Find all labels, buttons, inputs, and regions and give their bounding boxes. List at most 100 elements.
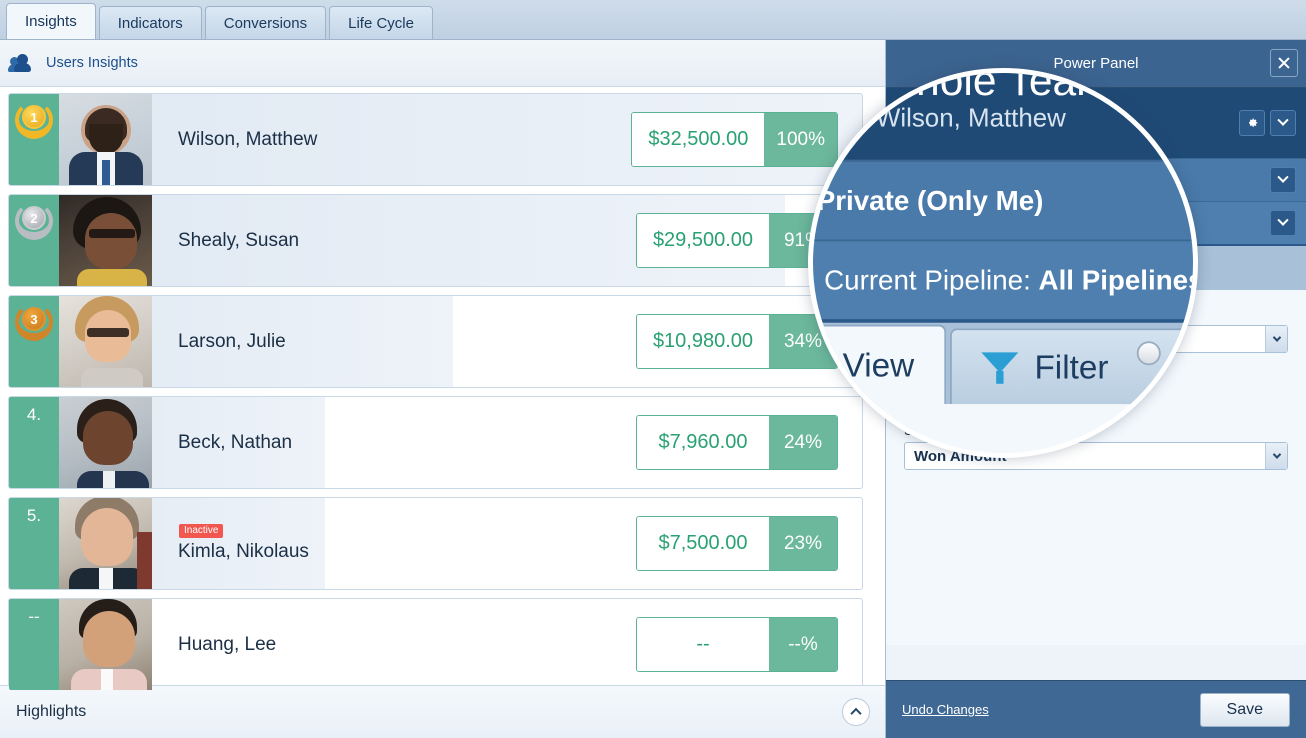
rank-badge: 4. [9, 397, 59, 488]
won-amount: -- [637, 618, 769, 671]
amount-chip: -- --% [636, 617, 838, 672]
tab-indicators[interactable]: Indicators [98, 6, 202, 39]
user-name: Shealy, Susan [178, 229, 300, 251]
lens-tab-view[interactable]: View [813, 324, 946, 405]
tab-conversions-label: Conversions [223, 14, 308, 32]
magnifier-lens: ★ Whole Team Wilson, Matthew Private (On… [808, 68, 1198, 458]
won-amount: $7,960.00 [637, 416, 769, 469]
rank-number: 5. [26, 506, 42, 525]
rank-badge: 5. [9, 498, 59, 589]
rank-badge: -- [9, 599, 59, 690]
user-name-cell: Shealy, Susan [152, 195, 636, 286]
visibility-expand-button[interactable] [1270, 167, 1296, 193]
hero-expand-button[interactable] [1270, 110, 1296, 136]
won-percent: 23% [769, 517, 837, 570]
lens-pipeline-value: All Pipelines [1038, 264, 1198, 296]
lens-body: Period Current year Inactive Users [813, 404, 1193, 453]
lens-filter-indicator-dot[interactable] [1136, 341, 1161, 366]
highlights-label: Highlights [16, 703, 87, 720]
rank-badge: 2 [9, 195, 59, 286]
sort-by-select-arrow[interactable] [1265, 443, 1287, 469]
lens-visibility-row[interactable]: Private (Only Me) [813, 159, 1193, 240]
settings-button[interactable] [1239, 110, 1265, 136]
amount-chip: $7,500.00 23% [636, 516, 838, 571]
lens-hero-text: Whole Team Wilson, Matthew [875, 68, 1193, 133]
user-name: Larson, Julie [178, 330, 286, 352]
undo-changes-link[interactable]: Undo Changes [902, 702, 1200, 717]
rank-number: 1 [22, 105, 46, 129]
lens-pipeline-label: Current Pipeline: All Pipelines [824, 264, 1198, 296]
tab-insights[interactable]: Insights [6, 3, 96, 39]
won-amount: $29,500.00 [637, 214, 769, 267]
rank-number: 4. [26, 405, 42, 424]
lens-tab-filter[interactable]: Filter [949, 328, 1192, 405]
user-name-cell: Wilson, Matthew [152, 94, 631, 185]
user-name-cell: Beck, Nathan [152, 397, 636, 488]
medal-silver-icon: 2 [15, 202, 53, 240]
user-name: Huang, Lee [178, 633, 277, 655]
chevron-up-icon [850, 707, 862, 720]
lens-visibility-label: Private (Only Me) [816, 184, 1044, 217]
power-panel-title: Power Panel [1053, 55, 1139, 72]
lens-pipeline-row[interactable]: Current Pipeline: All Pipelines [813, 239, 1198, 320]
lens-hero-title: Whole Team [875, 68, 1112, 105]
rank-number: 3 [22, 307, 46, 331]
highlights-collapse-button[interactable] [842, 698, 870, 726]
lens-favorite-button[interactable]: ★ [813, 73, 854, 138]
list-item[interactable]: 2 Shealy, Susan $29,500.00 91% [8, 194, 863, 287]
lens-tab-view-label: View [842, 345, 915, 383]
lens-hero-subtitle: Wilson, Matthew [875, 102, 1066, 133]
pipeline-expand-button[interactable] [1270, 210, 1296, 236]
chevron-down-icon [1277, 114, 1289, 126]
list-item[interactable]: 5. Inactive Kimla, Nikolaus $7,500.00 23 [8, 497, 863, 590]
chevron-down-icon [1277, 214, 1289, 226]
list-item[interactable]: 1 Wilson, Matthew $32,500.00 100% [8, 93, 863, 186]
tab-life-cycle[interactable]: Life Cycle [329, 6, 433, 39]
avatar [59, 397, 152, 488]
rank-number: -- [28, 607, 40, 626]
rank-badge: 1 [9, 94, 59, 185]
chevron-down-icon [1272, 333, 1281, 342]
avatar [59, 195, 152, 286]
lens-hero: ★ Whole Team Wilson, Matthew [813, 68, 1193, 160]
list-item[interactable]: 4. Beck, Nathan $7,960.00 24% [8, 396, 863, 489]
lens-pipeline-prefix: Current Pipeline: [824, 264, 1039, 296]
avatar [59, 599, 152, 690]
amount-chip: $32,500.00 100% [631, 112, 838, 167]
won-amount: $32,500.00 [632, 113, 765, 166]
user-name: Beck, Nathan [178, 431, 293, 453]
save-button[interactable]: Save [1199, 692, 1290, 727]
tab-life-cycle-label: Life Cycle [348, 14, 414, 32]
avatar [59, 296, 152, 387]
medal-gold-icon: 1 [15, 101, 53, 139]
medal-bronze-icon: 3 [15, 303, 53, 341]
user-name-cell: Larson, Julie [152, 296, 636, 387]
tab-insights-label: Insights [25, 13, 77, 30]
chevron-down-icon [1277, 171, 1289, 183]
rank-number: 2 [22, 206, 46, 230]
amount-chip: $7,960.00 24% [636, 415, 838, 470]
won-percent: --% [769, 618, 837, 671]
breadcrumb-label[interactable]: Users Insights [46, 55, 138, 71]
won-amount: $10,980.00 [637, 315, 769, 368]
close-button[interactable] [1270, 49, 1298, 77]
user-name-cell: Inactive Kimla, Nikolaus [152, 498, 636, 589]
insights-main-pane: Users Insights 1 Wilson, Matthew $32,500… [0, 40, 886, 738]
tab-conversions[interactable]: Conversions [204, 6, 327, 39]
application-window: Insights Indicators Conversions Life Cyc… [0, 0, 1306, 738]
won-amount: $7,500.00 [637, 517, 769, 570]
list-item[interactable]: -- Huang, Lee -- --% [8, 598, 863, 691]
chevron-down-icon [1272, 450, 1281, 459]
rank-badge: 3 [9, 296, 59, 387]
user-name: Wilson, Matthew [178, 128, 318, 150]
users-icon [8, 52, 36, 74]
main-tab-bar: Insights Indicators Conversions Life Cyc… [0, 0, 1306, 40]
lens-tab-filter-label: Filter [1034, 347, 1109, 385]
period-select-arrow[interactable] [1265, 326, 1287, 352]
close-icon [1277, 56, 1291, 70]
avatar [59, 498, 152, 589]
magnifier-content: ★ Whole Team Wilson, Matthew Private (On… [813, 68, 1198, 453]
highlights-bar: Highlights [0, 685, 885, 738]
lens-tabs: View Filter [813, 319, 1193, 405]
list-item[interactable]: 3 Larson, Julie $10,980.00 34% [8, 295, 863, 388]
